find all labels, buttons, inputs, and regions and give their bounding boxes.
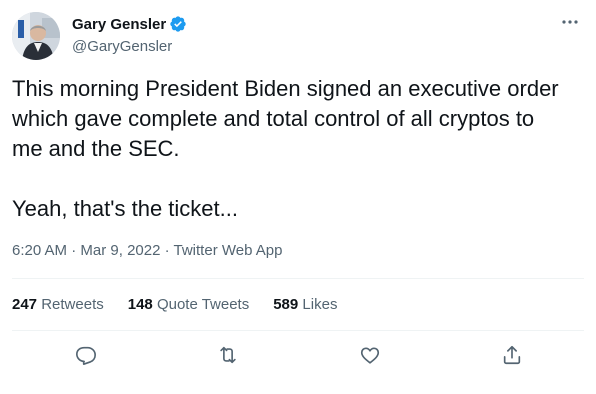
tweet-actions bbox=[12, 344, 584, 370]
user-names: Gary Gensler @GaryGensler bbox=[72, 14, 187, 55]
tweet-header: Gary Gensler @GaryGensler bbox=[12, 12, 584, 62]
divider bbox=[12, 278, 584, 279]
user-handle[interactable]: @GaryGensler bbox=[72, 38, 187, 55]
like-icon[interactable] bbox=[359, 344, 383, 368]
avatar-image bbox=[12, 12, 60, 60]
display-name[interactable]: Gary Gensler bbox=[72, 16, 166, 33]
display-name-row: Gary Gensler bbox=[72, 14, 187, 34]
meta-separator: · bbox=[164, 242, 174, 259]
quote-tweets-label: Quote Tweets bbox=[156, 296, 250, 313]
likes-stat[interactable]: 589 Likes bbox=[273, 296, 337, 313]
tweet: Gary Gensler @GaryGensler This morning P… bbox=[0, 0, 596, 394]
quote-tweets-count: 148 bbox=[127, 296, 157, 313]
tweet-time[interactable]: 6:20 AM bbox=[12, 242, 67, 259]
tweet-text-line: me and the SEC. bbox=[12, 136, 180, 161]
more-icon[interactable] bbox=[560, 12, 580, 32]
quote-tweets-stat[interactable]: 148 Quote Tweets bbox=[128, 296, 249, 313]
retweet-icon[interactable] bbox=[217, 344, 241, 368]
tweet-text: This morning President Biden signed an e… bbox=[12, 74, 584, 224]
tweet-stats: 247 Retweets 148 Quote Tweets 589 Likes bbox=[12, 296, 361, 313]
tweet-text-line: This morning President Biden signed an e… bbox=[12, 76, 559, 101]
likes-count: 589 bbox=[273, 296, 303, 313]
meta-separator: · bbox=[71, 242, 81, 259]
retweets-count: 247 bbox=[12, 296, 42, 313]
retweets-label: Retweets bbox=[41, 296, 104, 313]
tweet-source-app[interactable]: Twitter Web App bbox=[174, 242, 283, 259]
verified-badge-icon bbox=[169, 15, 187, 33]
retweets-stat[interactable]: 247 Retweets bbox=[12, 296, 104, 313]
divider bbox=[12, 330, 584, 331]
tweet-date[interactable]: Mar 9, 2022 bbox=[80, 242, 160, 259]
tweet-text-line: Yeah, that's the ticket... bbox=[12, 196, 238, 221]
likes-label: Likes bbox=[302, 296, 338, 313]
tweet-meta: 6:20 AM · Mar 9, 2022 · Twitter Web App bbox=[12, 242, 282, 259]
share-icon[interactable] bbox=[501, 344, 525, 368]
tweet-text-line: which gave complete and total control of… bbox=[12, 106, 535, 131]
avatar[interactable] bbox=[12, 12, 60, 60]
reply-icon[interactable] bbox=[75, 344, 99, 368]
